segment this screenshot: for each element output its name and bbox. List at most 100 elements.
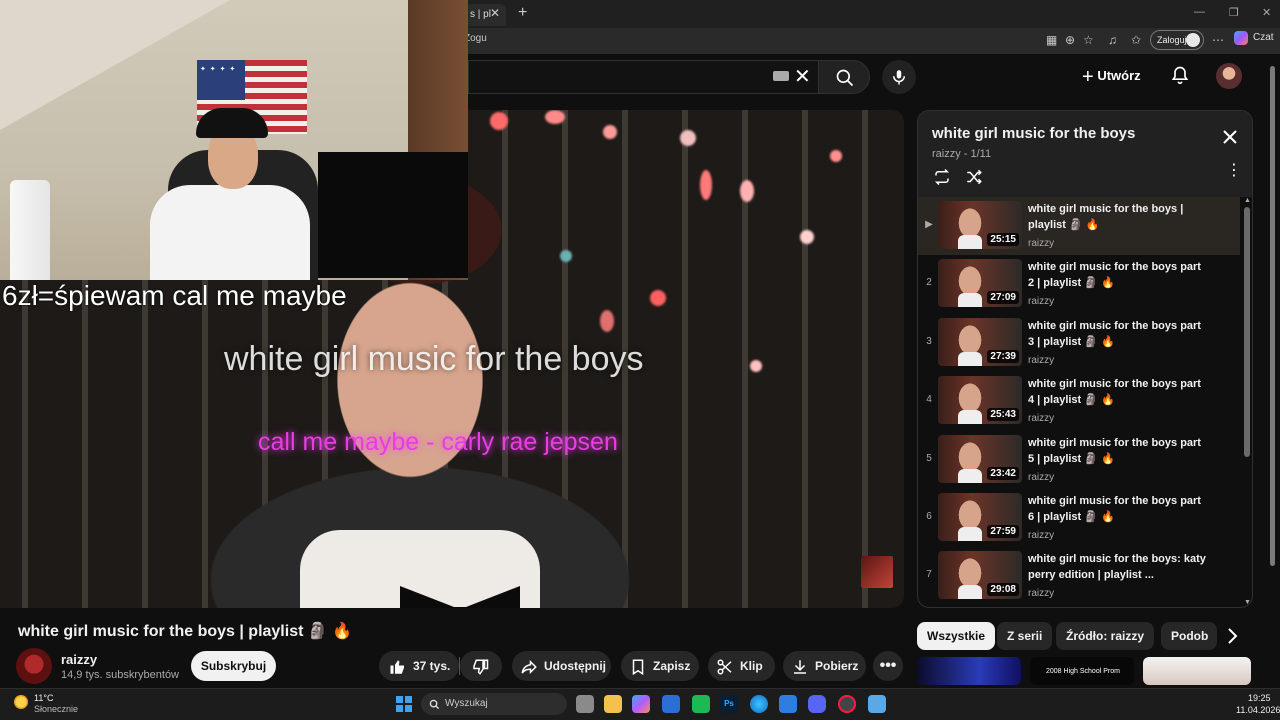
clock-time[interactable]: 19:25 xyxy=(1248,693,1271,703)
scroll-down-icon[interactable]: ▼ xyxy=(1244,599,1251,606)
chip-source[interactable]: Źródło: raizzy xyxy=(1056,622,1155,650)
close-playlist-icon[interactable] xyxy=(1222,129,1238,150)
playlist-item-channel[interactable]: raizzy xyxy=(1028,238,1054,249)
weather-temp[interactable]: 11°C xyxy=(34,693,53,703)
playlist-item-channel[interactable]: raizzy xyxy=(1028,588,1054,599)
restore-icon[interactable]: ❐ xyxy=(1229,6,1239,19)
recommendation-thumb-2[interactable]: 2008 High School Prom xyxy=(1030,657,1134,685)
clock-date[interactable]: 11.04.2026 xyxy=(1236,705,1280,715)
account-avatar[interactable] xyxy=(1216,63,1242,89)
playlist-item-title[interactable]: white girl music for the boys part 6 | p… xyxy=(1028,493,1208,525)
playlist-item-channel[interactable]: raizzy xyxy=(1028,355,1054,366)
app-icon-light[interactable] xyxy=(868,695,886,713)
file-explorer-icon[interactable] xyxy=(604,695,622,713)
save-button[interactable]: Zapisz xyxy=(621,651,699,681)
channel-watermark[interactable] xyxy=(861,556,893,588)
more-menu-icon[interactable]: ⋯ xyxy=(1212,33,1224,47)
edge-icon[interactable] xyxy=(750,695,768,713)
search-input[interactable] xyxy=(468,60,818,94)
chips-next-icon[interactable] xyxy=(1220,624,1244,648)
zoom-icon[interactable]: ⊕ xyxy=(1065,33,1075,47)
task-view-icon[interactable] xyxy=(576,695,594,713)
weather-sun-icon[interactable] xyxy=(14,695,28,709)
playlist-panel: white girl music for the boys raizzy - 1… xyxy=(917,110,1253,608)
scroll-up-icon[interactable]: ▲ xyxy=(1244,197,1251,204)
favorite-star-icon[interactable]: ☆ xyxy=(1083,33,1094,47)
photoshop-icon[interactable]: Ps xyxy=(720,695,738,713)
clip-button[interactable]: Klip xyxy=(708,651,775,681)
playlist-item[interactable]: 2 27:09 white girl music for the boys part… xyxy=(918,255,1240,313)
download-button[interactable]: Pobierz xyxy=(783,651,866,681)
playlist-item[interactable]: 4 25:43 white girl music for the boys part… xyxy=(918,372,1240,430)
copilot-app-icon[interactable] xyxy=(632,695,650,713)
search-button[interactable] xyxy=(818,60,870,94)
subscribe-button[interactable]: Subskrybuj xyxy=(191,651,276,681)
chip-all[interactable]: Wszystkie xyxy=(917,622,996,650)
playlist-item-channel[interactable]: raizzy xyxy=(1028,472,1054,483)
playlist-item-channel[interactable]: raizzy xyxy=(1028,413,1054,424)
start-button[interactable] xyxy=(396,696,412,712)
store-icon[interactable] xyxy=(662,695,680,713)
notifications-bell-icon[interactable] xyxy=(1170,64,1190,91)
playlist-item-thumbnail[interactable]: 27:59 xyxy=(938,493,1022,541)
apps-icon[interactable]: ▦ xyxy=(1046,33,1057,47)
playlist-item-thumbnail[interactable]: 23:42 xyxy=(938,435,1022,483)
channel-avatar[interactable] xyxy=(16,648,52,684)
weather-desc[interactable]: Słonecznie xyxy=(34,704,78,714)
chip-series[interactable]: Z serii xyxy=(997,622,1053,650)
new-tab-icon[interactable]: + xyxy=(518,4,527,22)
playlist-item[interactable]: 5 23:42 white girl music for the boys part… xyxy=(918,431,1240,489)
subscriber-count: 14,9 tys. subskrybentów xyxy=(61,669,180,681)
dislike-button[interactable] xyxy=(460,651,502,681)
playlist-item[interactable]: ▶ 25:15 white girl music for the boys | pl… xyxy=(918,197,1240,255)
playlist-item-thumbnail[interactable]: 27:09 xyxy=(938,259,1022,307)
minimize-icon[interactable]: — xyxy=(1194,6,1205,18)
close-window-icon[interactable]: ✕ xyxy=(1262,6,1271,19)
playlist-item-thumbnail[interactable]: 25:43 xyxy=(938,376,1022,424)
playlist-item-thumbnail[interactable]: 25:15 xyxy=(938,201,1022,249)
clear-search-icon[interactable]: ✕ xyxy=(794,64,811,89)
loop-icon[interactable] xyxy=(932,168,952,191)
taskbar-search[interactable]: Wyszukaj xyxy=(421,693,567,715)
channel-name[interactable]: raizzy xyxy=(61,652,97,667)
favorites-icon[interactable]: ✩ xyxy=(1131,33,1141,47)
playlist-item[interactable]: 6 27:59 white girl music for the boys part… xyxy=(918,489,1240,547)
playlist-item[interactable]: 3 27:39 white girl music for the boys part… xyxy=(918,314,1240,372)
like-button[interactable]: 37 tys. xyxy=(379,651,459,681)
playlist-more-icon[interactable]: ⋮ xyxy=(1226,163,1242,179)
playlist-item-title[interactable]: white girl music for the boys part 5 | p… xyxy=(1028,435,1208,467)
keyboard-icon[interactable] xyxy=(773,71,789,81)
chip-similar[interactable]: Podob xyxy=(1161,622,1217,650)
page-scroll-thumb[interactable] xyxy=(1270,66,1275,566)
mic-icon xyxy=(893,70,905,85)
bookmark-icon xyxy=(632,659,644,675)
playlist-item-channel[interactable]: raizzy xyxy=(1028,296,1054,307)
playlist-item[interactable]: 7 29:08 white girl music for the boys: kat… xyxy=(918,547,1240,605)
share-button[interactable]: Udostępnij xyxy=(512,651,611,681)
plus-icon: + xyxy=(1082,66,1094,88)
copilot-label[interactable]: Czat xyxy=(1253,32,1274,43)
playlist-item-thumbnail[interactable]: 29:08 xyxy=(938,551,1022,599)
playlist-scroll-thumb[interactable] xyxy=(1244,207,1250,457)
playlist-item-title[interactable]: white girl music for the boys part 3 | p… xyxy=(1028,318,1208,350)
playlist-title[interactable]: white girl music for the boys xyxy=(932,125,1135,142)
playlist-item-channel[interactable]: raizzy xyxy=(1028,530,1054,541)
tab-close-icon[interactable]: ✕ xyxy=(490,6,500,20)
app-icon-blue[interactable] xyxy=(779,695,797,713)
playlist-item-title[interactable]: white girl music for the boys part 4 | p… xyxy=(1028,376,1208,408)
voice-search-button[interactable] xyxy=(882,60,916,94)
app-icon-green[interactable] xyxy=(692,695,710,713)
discord-icon[interactable] xyxy=(808,695,826,713)
recommendation-thumb-3[interactable] xyxy=(1143,657,1251,685)
more-actions-button[interactable]: ••• xyxy=(873,651,903,681)
media-icon[interactable]: ♫ xyxy=(1108,33,1117,47)
playlist-item-thumbnail[interactable]: 27:39 xyxy=(938,318,1022,366)
playlist-item-title[interactable]: white girl music for the boys | playlist… xyxy=(1028,201,1208,233)
copilot-icon[interactable] xyxy=(1234,31,1248,45)
playlist-item-title[interactable]: white girl music for the boys part 2 | p… xyxy=(1028,259,1208,291)
shuffle-icon[interactable] xyxy=(964,168,984,191)
create-button[interactable]: + Utwórz xyxy=(1082,66,1141,89)
recommendation-thumb-1[interactable] xyxy=(917,657,1021,685)
playlist-item-title[interactable]: white girl music for the boys: katy perr… xyxy=(1028,551,1208,583)
opera-gx-icon[interactable] xyxy=(838,695,856,713)
